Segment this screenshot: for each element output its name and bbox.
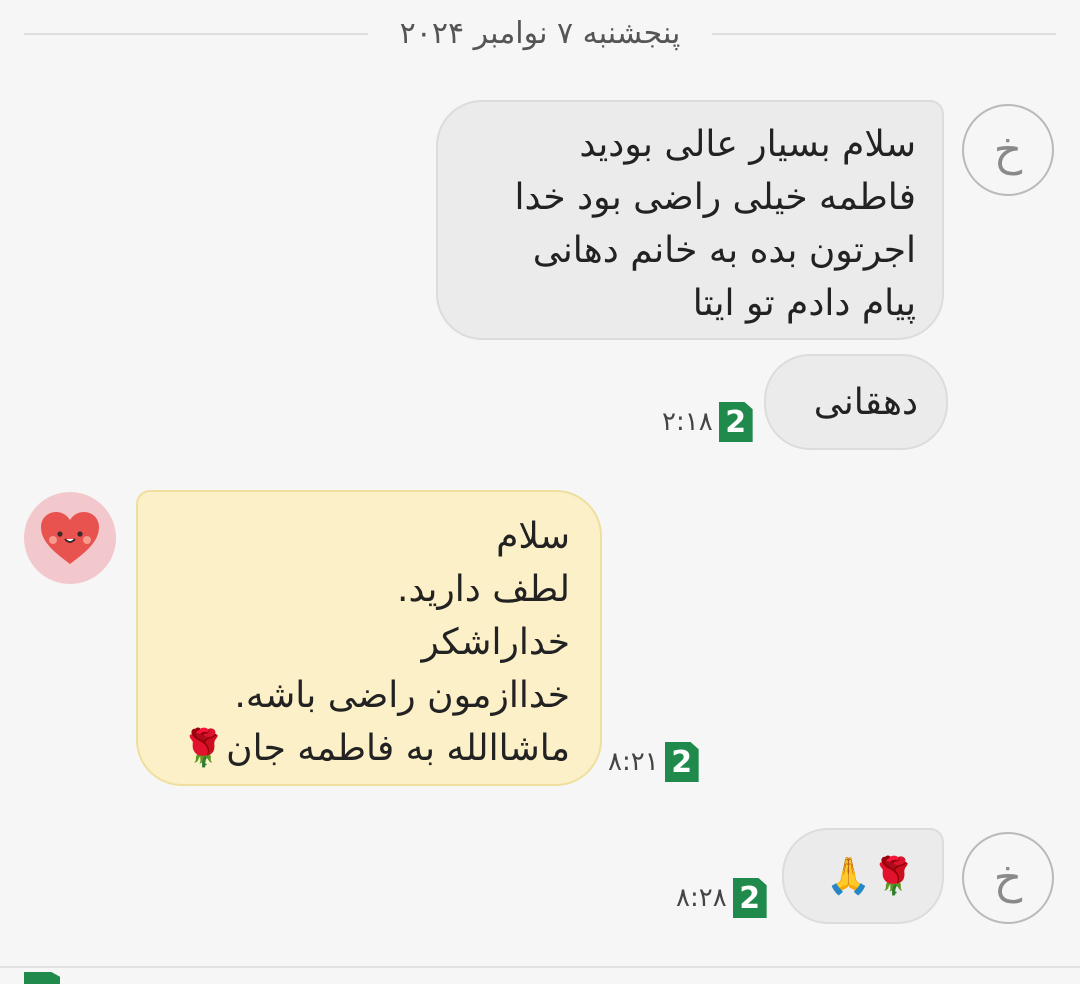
message-line: ماشاالله به فاطمه جان🌹 [181,728,570,769]
contact-avatar[interactable]: خ [962,832,1054,924]
message-line: 🌹🙏 [826,856,916,897]
divider [24,33,368,35]
message-line: اجرتون بده به خانم دهانی [532,230,916,271]
message-bubble-incoming[interactable]: سلام لطف دارید. خداراشکر خداازمون راضی ب… [136,490,602,786]
compose-bar[interactable] [0,966,1080,984]
sender-avatar[interactable] [24,492,116,584]
message-bubble-outgoing[interactable]: سلام بسیار عالی بودید فاطمه خیلی راضی بو… [436,100,944,340]
sim-card-icon: 2 [732,878,767,918]
contact-avatar[interactable]: خ [962,104,1054,196]
sim-card-icon: 2 [718,402,753,442]
sim-card-icon: 2 [664,742,699,782]
message-time: ۸:۲۸ [676,883,727,913]
message-line: فاطمه خیلی راضی بود خدا [514,177,916,218]
date-separator: پنجشنبه ۷ نوامبر ۲۰۲۴ [24,12,1056,56]
sim-card-icon[interactable] [24,972,60,984]
message-time: ۸:۲۱ [608,747,659,777]
message-line: دهقانی [813,382,918,423]
message-line: پیام دادم تو ایتا [692,283,916,324]
contact-initial: خ [993,852,1023,904]
message-line: لطف دارید. [397,569,570,610]
message-line: خداازمون راضی باشه. [234,675,570,716]
message-meta: ۸:۲۱ 2 [608,742,699,782]
message-line: سلام [496,516,570,557]
message-bubble-outgoing[interactable]: 🌹🙏 [782,828,944,924]
contact-initial: خ [993,124,1023,176]
message-meta: ۸:۲۸ 2 [676,878,767,918]
date-label: پنجشنبه ۷ نوامبر ۲۰۲۴ [399,16,681,51]
message-line: خداراشکر [421,622,570,663]
divider [712,33,1056,35]
message-meta: ۲:۱۸ 2 [662,402,753,442]
message-line: سلام بسیار عالی بودید [579,124,916,165]
message-bubble-outgoing[interactable]: دهقانی [764,354,948,450]
heart-face-icon [41,512,99,564]
message-time: ۲:۱۸ [662,407,713,437]
